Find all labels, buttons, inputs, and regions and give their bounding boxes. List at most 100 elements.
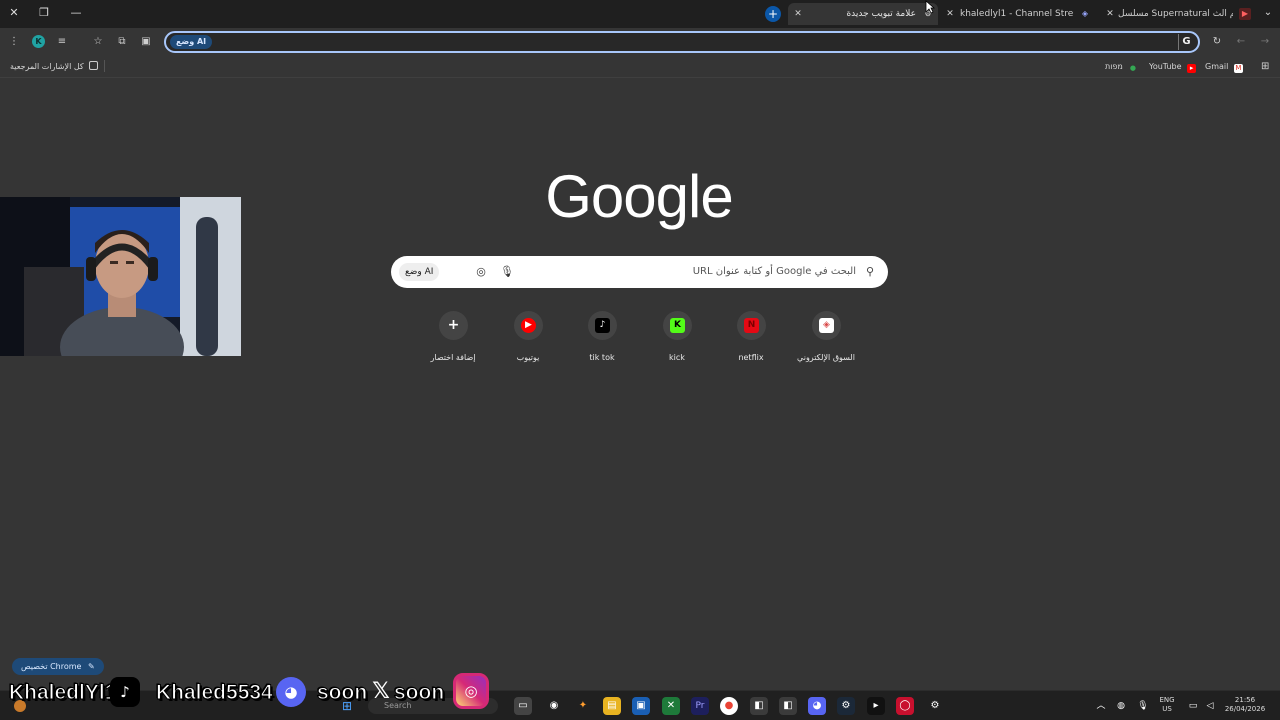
copilot-icon[interactable]: ✦ [574,697,592,715]
shortcut-label: kick [669,353,685,362]
ai-mode-chip[interactable]: وضع AI [170,35,213,49]
app-icon-2[interactable]: ◧ [779,697,797,715]
instagram-icon: ◎ [453,673,489,709]
webcam-overlay [0,197,241,356]
clock-time: 21:56 [1234,696,1256,704]
shortcut-circle: ◈ [812,311,841,340]
task-view-icon[interactable]: ▭ [514,697,532,715]
steam-icon[interactable]: ⚙ [837,697,855,715]
shortcut-label: netflix [738,353,764,362]
folder-icon [89,61,99,70]
red-app-icon[interactable]: ◯ [896,697,914,715]
shortcut-circle: ▶ [514,311,543,340]
instagram-soon-text: soon [393,681,445,705]
apps-grid-icon[interactable]: ⊞ [1261,60,1269,74]
bookmark-star-icon[interactable]: ☆ [90,34,106,50]
tab-search-chevron-icon[interactable]: ⌄ [1260,5,1276,21]
display-icon[interactable]: ▭ [1184,697,1202,715]
chrome-icon[interactable]: ● [720,697,738,715]
language-indicator[interactable]: ENG US [1155,696,1179,714]
tab-kick-channel[interactable]: ✕ khaledlyl1 - Channel Streams on ◈ [940,3,1095,25]
discord-icon[interactable]: ◕ [808,697,826,715]
shortcut-netflix[interactable]: N netflix [715,311,787,371]
tab-new-tab[interactable]: ✕ علامة تبويب جديدة ⚙ [788,3,938,25]
video-icon: ▶ [1239,8,1251,20]
address-bar[interactable]: وضع AI G [164,31,1200,53]
google-lens-icon[interactable]: ◎ [473,264,489,280]
microphone-icon[interactable]: 🎙 [500,264,514,280]
search-box[interactable]: البحث في Google أو كتابة عنوان URL ⚲ 🎙 ◎… [391,256,888,288]
search-placeholder: البحث في Google أو كتابة عنوان URL [692,266,856,277]
customize-chrome-button[interactable]: تخصيص Chrome ✎ [12,658,104,675]
menu-icon[interactable]: ⋮ [6,34,22,50]
xbox-icon[interactable]: ✕ [662,697,680,715]
youtube-icon: ▸ [1187,64,1197,73]
chevron-up-icon[interactable]: ︿ [1092,697,1110,715]
window-close-button[interactable]: ✕ [4,4,24,22]
tab-strip: ✕ ❐ — + ✕ علامة تبويب جديدة ⚙ ✕ khaledly… [0,0,1280,28]
bookmark-maps[interactable]: מפות ● [1105,60,1137,74]
shortcut-circle: N [737,311,766,340]
tiktok-icon: ♪ [110,677,140,707]
all-bookmarks-label: كل الإشارات المرجعية [10,62,84,71]
bookmark-label: Gmail [1205,62,1229,71]
shortcut-store[interactable]: ◈ السوق الإلكتروني [790,311,862,371]
all-bookmarks-button[interactable]: كل الإشارات المرجعية [10,60,99,74]
file-explorer-icon[interactable]: ▤ [603,697,621,715]
back-icon[interactable]: → [1257,34,1273,50]
shortcut-tiktok[interactable]: ♪ tik tok [566,311,638,371]
shortcut-label: إضافة اختصار [430,353,476,362]
x-logo-icon: 𝕏 [372,679,390,704]
plus-icon: + [447,317,460,333]
reload-icon[interactable]: ↻ [1209,34,1225,50]
settings-gear-icon[interactable]: ⚙ [926,697,944,715]
edge-ai-icon[interactable]: ◉ [545,697,563,715]
shortcut-label: السوق الإلكتروني [797,353,855,362]
shortcut-circle: K [663,311,692,340]
terminal-icon[interactable]: ▸ [867,697,885,715]
forward-icon[interactable]: ← [1233,34,1249,50]
google-icon: G [1178,34,1194,50]
extensions-icon[interactable]: ⧉ [114,34,130,50]
bookmarks-divider [104,60,105,72]
bookmark-label: YouTube [1149,62,1182,71]
store-icon: ◈ [819,318,834,333]
shortcut-youtube[interactable]: ▶ يوتيوب [492,311,564,371]
premiere-icon[interactable]: Pr [691,697,709,715]
tab-close-icon[interactable]: ✕ [1104,3,1116,25]
app-icon-1[interactable]: ◧ [750,697,768,715]
x-soon-text: soon [316,681,368,705]
tab-close-icon[interactable]: ✕ [792,3,804,25]
shortcut-circle: + [439,311,468,340]
clock[interactable]: 21:56 26/04/2026 [1222,696,1268,714]
reading-list-icon[interactable]: ≡ [54,34,70,50]
search-icon: ⚲ [865,265,875,278]
screen: { "window": { "close": "✕", "restore": "… [0,0,1280,720]
microphone-tray-icon[interactable]: 🎙 [1134,697,1152,715]
bookmark-youtube[interactable]: YouTube ▸ [1149,60,1197,74]
shortcut-label: يوتيوب [516,353,540,362]
shortcut-kick[interactable]: K kick [641,311,713,371]
install-app-icon[interactable]: ▣ [138,34,154,50]
tiktok-icon: ♪ [595,318,610,333]
stream-icon: ◈ [1081,9,1089,18]
volume-icon[interactable]: ◁ [1201,697,1219,715]
tab-close-icon[interactable]: ✕ [944,3,956,25]
window-minimize-button[interactable]: — [66,4,86,22]
bookmark-gmail[interactable]: Gmail M [1205,60,1243,74]
store-taskbar-icon[interactable]: ▣ [632,697,650,715]
discord-handle: Khaled5534 [156,681,274,705]
tiktok-handle: KhaledlYl1 [8,681,117,705]
shortcut-add[interactable]: + إضافة اختصار [417,311,489,371]
window-restore-button[interactable]: ❐ [34,4,54,22]
toolbar: ⋮ K ≡ ☆ ⧉ ▣ وضع AI G ↻ ← → [0,28,1280,56]
profile-avatar[interactable]: K [32,35,45,48]
bookmarks-bar: كل الإشارات المرجعية מפות ● YouTube ▸ Gm… [0,56,1280,78]
ai-mode-button[interactable]: وضع AI [399,263,440,281]
new-tab-button[interactable]: + [765,6,781,22]
tray-app-icon[interactable]: ◍ [1112,697,1130,715]
google-logo: Google [545,163,733,230]
kick-icon: K [670,318,685,333]
clock-date: 26/04/2026 [1224,705,1266,713]
tab-supernatural[interactable]: ✕ مسلسل Supernatural الموسم الث ▶ [1100,3,1255,25]
